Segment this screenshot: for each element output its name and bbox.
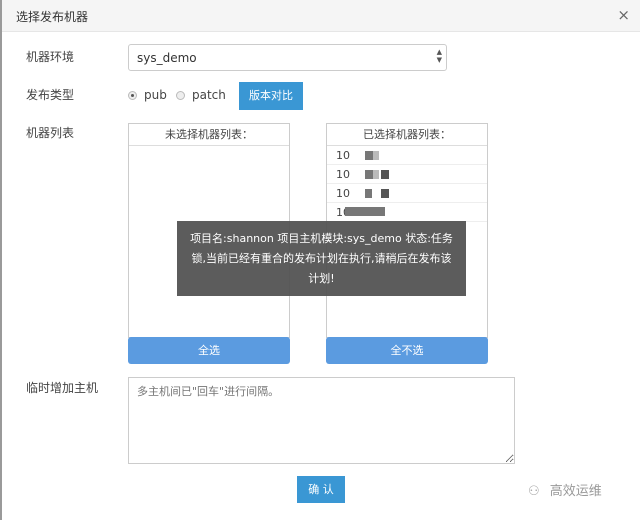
temp-host-label: 临时增加主机 (26, 381, 99, 395)
select-arrows-icon: ▲ ▼ (436, 48, 442, 64)
error-toast: 项目名:shannon 项目主机模块:sys_demo 状态:任务锁,当前已经有… (177, 221, 466, 296)
temp-host-input[interactable] (128, 377, 515, 464)
env-select-value: sys_demo (137, 51, 197, 65)
redacted-block (381, 170, 389, 179)
deselect-all-button[interactable]: 全不选 (326, 337, 488, 364)
dialog-header: 选择发布机器 × (2, 0, 640, 32)
version-compare-button[interactable]: 版本对比 (239, 82, 303, 110)
radio-pub-label[interactable]: pub (144, 88, 167, 102)
redacted-block (381, 189, 389, 198)
redacted-block (373, 151, 379, 160)
radio-pub[interactable] (128, 91, 137, 100)
watermark-text: 高效运维 (549, 484, 602, 499)
select-all-button[interactable]: 全选 (128, 337, 290, 364)
confirm-button[interactable]: 确 认 (297, 476, 345, 503)
selected-machine-item[interactable]: 10 (327, 203, 487, 222)
radio-patch[interactable] (176, 91, 185, 100)
env-select[interactable]: sys_demo ▲ ▼ (128, 44, 447, 71)
watermark: ⚇ 高效运维 (528, 480, 602, 499)
window-border (0, 0, 2, 520)
close-icon[interactable]: × (617, 6, 630, 24)
env-label: 机器环境 (26, 50, 75, 64)
unselected-list-header: 未选择机器列表： (129, 124, 289, 146)
radio-patch-label[interactable]: patch (192, 88, 226, 102)
machine-list-label: 机器列表 (26, 126, 75, 140)
redacted-block (373, 170, 379, 179)
selected-machine-item[interactable]: 10 (327, 165, 487, 184)
wechat-icon: ⚇ (528, 484, 540, 499)
redacted-block (365, 170, 373, 179)
selected-machine-item[interactable]: 10 (327, 146, 487, 165)
dialog-title: 选择发布机器 (16, 10, 89, 24)
selected-list-header: 已选择机器列表： (327, 124, 487, 146)
redacted-block (345, 207, 385, 216)
redacted-block (365, 151, 373, 160)
selected-machine-item[interactable]: 10 (327, 184, 487, 203)
type-label: 发布类型 (26, 88, 75, 102)
redacted-block (365, 189, 372, 198)
toast-message: 项目名:shannon 项目主机模块:sys_demo 状态:任务锁,当前已经有… (190, 232, 453, 285)
